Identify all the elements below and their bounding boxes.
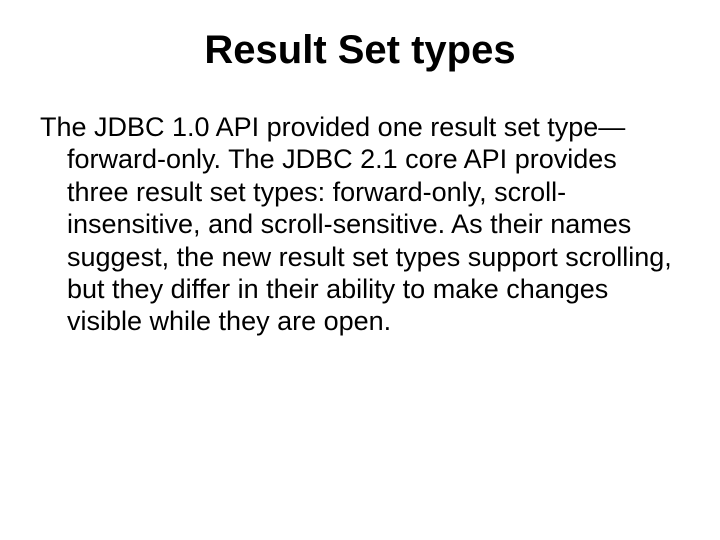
slide-body-text: The JDBC 1.0 API provided one result set…: [40, 111, 680, 338]
slide-title: Result Set types: [40, 28, 680, 73]
